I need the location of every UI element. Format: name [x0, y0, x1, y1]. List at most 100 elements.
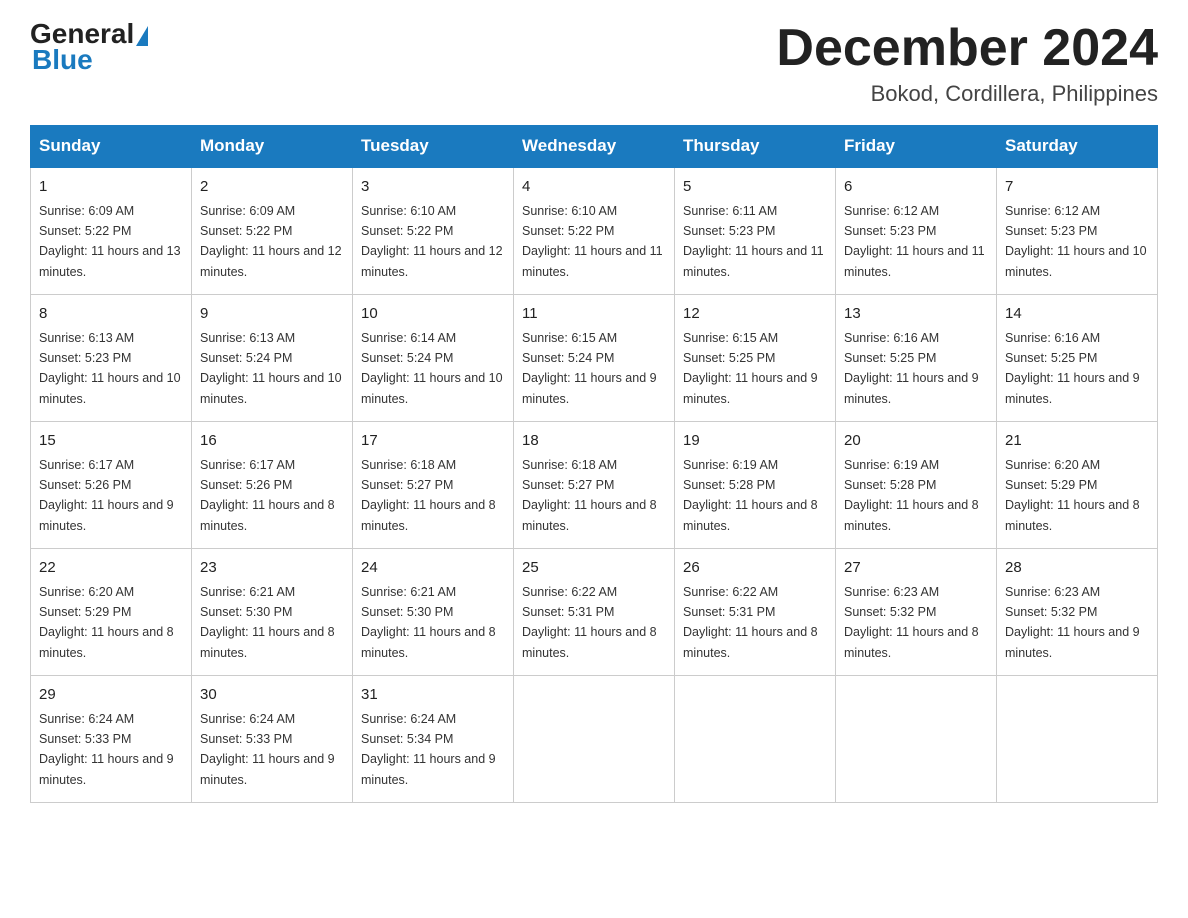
day-number: 25 — [522, 557, 666, 580]
day-info: Sunrise: 6:13 AMSunset: 5:24 PMDaylight:… — [200, 331, 342, 406]
day-info: Sunrise: 6:17 AMSunset: 5:26 PMDaylight:… — [39, 458, 174, 533]
day-info: Sunrise: 6:09 AMSunset: 5:22 PMDaylight:… — [39, 204, 181, 279]
table-row: 26 Sunrise: 6:22 AMSunset: 5:31 PMDaylig… — [675, 549, 836, 676]
day-info: Sunrise: 6:11 AMSunset: 5:23 PMDaylight:… — [683, 204, 824, 279]
day-info: Sunrise: 6:24 AMSunset: 5:33 PMDaylight:… — [39, 712, 174, 787]
table-row: 3 Sunrise: 6:10 AMSunset: 5:22 PMDayligh… — [353, 167, 514, 295]
calendar-week-row: 22 Sunrise: 6:20 AMSunset: 5:29 PMDaylig… — [31, 549, 1158, 676]
day-number: 28 — [1005, 557, 1149, 580]
day-number: 6 — [844, 176, 988, 199]
day-number: 17 — [361, 430, 505, 453]
table-row: 21 Sunrise: 6:20 AMSunset: 5:29 PMDaylig… — [997, 422, 1158, 549]
logo-triangle-icon — [136, 26, 148, 46]
day-info: Sunrise: 6:22 AMSunset: 5:31 PMDaylight:… — [522, 585, 657, 660]
logo-blue-text: Blue — [32, 44, 93, 75]
table-row: 8 Sunrise: 6:13 AMSunset: 5:23 PMDayligh… — [31, 295, 192, 422]
day-info: Sunrise: 6:19 AMSunset: 5:28 PMDaylight:… — [844, 458, 979, 533]
calendar-week-row: 8 Sunrise: 6:13 AMSunset: 5:23 PMDayligh… — [31, 295, 1158, 422]
day-number: 10 — [361, 303, 505, 326]
day-number: 13 — [844, 303, 988, 326]
day-number: 18 — [522, 430, 666, 453]
table-row: 19 Sunrise: 6:19 AMSunset: 5:28 PMDaylig… — [675, 422, 836, 549]
location-subtitle: Bokod, Cordillera, Philippines — [776, 81, 1158, 107]
day-number: 23 — [200, 557, 344, 580]
table-row: 28 Sunrise: 6:23 AMSunset: 5:32 PMDaylig… — [997, 549, 1158, 676]
month-title: December 2024 — [776, 20, 1158, 77]
table-row: 9 Sunrise: 6:13 AMSunset: 5:24 PMDayligh… — [192, 295, 353, 422]
day-info: Sunrise: 6:10 AMSunset: 5:22 PMDaylight:… — [361, 204, 503, 279]
day-number: 14 — [1005, 303, 1149, 326]
day-number: 24 — [361, 557, 505, 580]
header-monday: Monday — [192, 126, 353, 168]
day-info: Sunrise: 6:18 AMSunset: 5:27 PMDaylight:… — [361, 458, 496, 533]
table-row: 24 Sunrise: 6:21 AMSunset: 5:30 PMDaylig… — [353, 549, 514, 676]
day-info: Sunrise: 6:09 AMSunset: 5:22 PMDaylight:… — [200, 204, 342, 279]
table-row: 10 Sunrise: 6:14 AMSunset: 5:24 PMDaylig… — [353, 295, 514, 422]
table-row: 1 Sunrise: 6:09 AMSunset: 5:22 PMDayligh… — [31, 167, 192, 295]
day-number: 21 — [1005, 430, 1149, 453]
day-info: Sunrise: 6:15 AMSunset: 5:25 PMDaylight:… — [683, 331, 818, 406]
day-number: 9 — [200, 303, 344, 326]
table-row: 29 Sunrise: 6:24 AMSunset: 5:33 PMDaylig… — [31, 676, 192, 803]
day-number: 15 — [39, 430, 183, 453]
day-number: 16 — [200, 430, 344, 453]
day-number: 7 — [1005, 176, 1149, 199]
header-saturday: Saturday — [997, 126, 1158, 168]
day-info: Sunrise: 6:16 AMSunset: 5:25 PMDaylight:… — [1005, 331, 1140, 406]
table-row: 6 Sunrise: 6:12 AMSunset: 5:23 PMDayligh… — [836, 167, 997, 295]
header-wednesday: Wednesday — [514, 126, 675, 168]
day-number: 12 — [683, 303, 827, 326]
day-info: Sunrise: 6:23 AMSunset: 5:32 PMDaylight:… — [844, 585, 979, 660]
day-number: 31 — [361, 684, 505, 707]
table-row — [836, 676, 997, 803]
day-number: 11 — [522, 303, 666, 326]
calendar-week-row: 15 Sunrise: 6:17 AMSunset: 5:26 PMDaylig… — [31, 422, 1158, 549]
day-info: Sunrise: 6:21 AMSunset: 5:30 PMDaylight:… — [361, 585, 496, 660]
header-tuesday: Tuesday — [353, 126, 514, 168]
day-number: 8 — [39, 303, 183, 326]
table-row: 16 Sunrise: 6:17 AMSunset: 5:26 PMDaylig… — [192, 422, 353, 549]
logo-area: General Blue — [30, 20, 150, 76]
calendar-week-row: 29 Sunrise: 6:24 AMSunset: 5:33 PMDaylig… — [31, 676, 1158, 803]
table-row: 15 Sunrise: 6:17 AMSunset: 5:26 PMDaylig… — [31, 422, 192, 549]
table-row: 14 Sunrise: 6:16 AMSunset: 5:25 PMDaylig… — [997, 295, 1158, 422]
table-row: 23 Sunrise: 6:21 AMSunset: 5:30 PMDaylig… — [192, 549, 353, 676]
page-header: General Blue December 2024 Bokod, Cordil… — [30, 20, 1158, 107]
day-info: Sunrise: 6:23 AMSunset: 5:32 PMDaylight:… — [1005, 585, 1140, 660]
day-info: Sunrise: 6:20 AMSunset: 5:29 PMDaylight:… — [1005, 458, 1140, 533]
table-row — [675, 676, 836, 803]
day-info: Sunrise: 6:14 AMSunset: 5:24 PMDaylight:… — [361, 331, 503, 406]
table-row — [997, 676, 1158, 803]
day-info: Sunrise: 6:13 AMSunset: 5:23 PMDaylight:… — [39, 331, 181, 406]
day-info: Sunrise: 6:17 AMSunset: 5:26 PMDaylight:… — [200, 458, 335, 533]
day-number: 26 — [683, 557, 827, 580]
day-number: 3 — [361, 176, 505, 199]
table-row: 13 Sunrise: 6:16 AMSunset: 5:25 PMDaylig… — [836, 295, 997, 422]
table-row: 5 Sunrise: 6:11 AMSunset: 5:23 PMDayligh… — [675, 167, 836, 295]
day-info: Sunrise: 6:21 AMSunset: 5:30 PMDaylight:… — [200, 585, 335, 660]
day-info: Sunrise: 6:15 AMSunset: 5:24 PMDaylight:… — [522, 331, 657, 406]
day-info: Sunrise: 6:16 AMSunset: 5:25 PMDaylight:… — [844, 331, 979, 406]
day-info: Sunrise: 6:10 AMSunset: 5:22 PMDaylight:… — [522, 204, 663, 279]
weekday-header-row: Sunday Monday Tuesday Wednesday Thursday… — [31, 126, 1158, 168]
header-friday: Friday — [836, 126, 997, 168]
day-number: 19 — [683, 430, 827, 453]
day-info: Sunrise: 6:12 AMSunset: 5:23 PMDaylight:… — [844, 204, 985, 279]
calendar-week-row: 1 Sunrise: 6:09 AMSunset: 5:22 PMDayligh… — [31, 167, 1158, 295]
table-row: 11 Sunrise: 6:15 AMSunset: 5:24 PMDaylig… — [514, 295, 675, 422]
table-row: 30 Sunrise: 6:24 AMSunset: 5:33 PMDaylig… — [192, 676, 353, 803]
table-row: 18 Sunrise: 6:18 AMSunset: 5:27 PMDaylig… — [514, 422, 675, 549]
day-info: Sunrise: 6:24 AMSunset: 5:34 PMDaylight:… — [361, 712, 496, 787]
day-info: Sunrise: 6:12 AMSunset: 5:23 PMDaylight:… — [1005, 204, 1147, 279]
table-row: 27 Sunrise: 6:23 AMSunset: 5:32 PMDaylig… — [836, 549, 997, 676]
day-info: Sunrise: 6:22 AMSunset: 5:31 PMDaylight:… — [683, 585, 818, 660]
day-number: 4 — [522, 176, 666, 199]
day-number: 5 — [683, 176, 827, 199]
day-info: Sunrise: 6:20 AMSunset: 5:29 PMDaylight:… — [39, 585, 174, 660]
table-row: 7 Sunrise: 6:12 AMSunset: 5:23 PMDayligh… — [997, 167, 1158, 295]
day-number: 20 — [844, 430, 988, 453]
table-row: 4 Sunrise: 6:10 AMSunset: 5:22 PMDayligh… — [514, 167, 675, 295]
table-row: 22 Sunrise: 6:20 AMSunset: 5:29 PMDaylig… — [31, 549, 192, 676]
day-info: Sunrise: 6:19 AMSunset: 5:28 PMDaylight:… — [683, 458, 818, 533]
table-row: 12 Sunrise: 6:15 AMSunset: 5:25 PMDaylig… — [675, 295, 836, 422]
